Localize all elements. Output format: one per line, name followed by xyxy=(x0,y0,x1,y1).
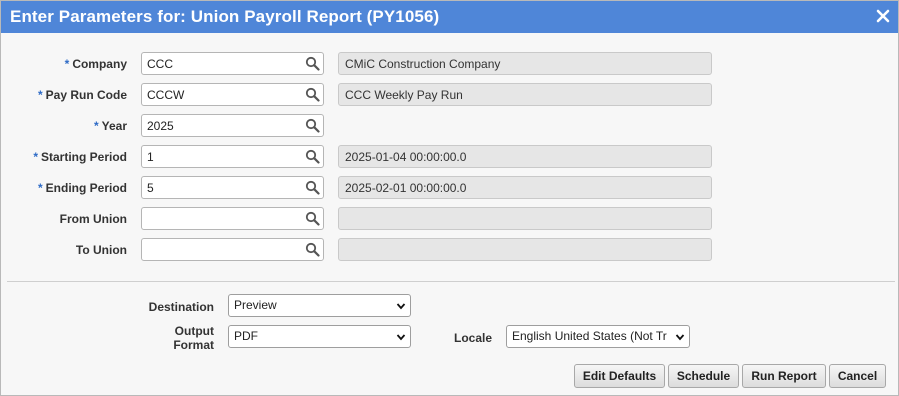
to-union-label: To Union xyxy=(75,243,127,257)
dialog-title: Enter Parameters for: Union Payroll Repo… xyxy=(10,7,440,26)
locale-select[interactable]: English United States (Not Tr xyxy=(506,325,690,348)
cancel-button[interactable]: Cancel xyxy=(829,364,886,388)
year-field xyxy=(141,114,324,137)
search-icon[interactable] xyxy=(305,56,320,71)
ending-period-description: 2025-02-01 00:00:00.0 xyxy=(338,176,712,199)
run-report-button[interactable]: Run Report xyxy=(742,364,826,388)
search-icon[interactable] xyxy=(305,149,320,164)
starting-period-input[interactable] xyxy=(142,146,302,167)
ending-period-label: * Ending Period xyxy=(37,181,127,195)
to-union-description xyxy=(338,238,712,261)
search-icon[interactable] xyxy=(305,118,320,133)
chevron-down-icon xyxy=(675,334,685,341)
edit-defaults-button[interactable]: Edit Defaults xyxy=(574,364,665,388)
output-format-value: PDF xyxy=(234,329,258,343)
locale-label: Locale xyxy=(453,331,492,345)
schedule-button[interactable]: Schedule xyxy=(668,364,739,388)
chevron-down-icon xyxy=(396,303,406,310)
year-label: * Year xyxy=(93,119,127,133)
search-icon[interactable] xyxy=(305,242,320,257)
from-union-label: From Union xyxy=(59,212,127,226)
company-input[interactable] xyxy=(142,53,302,74)
close-icon[interactable] xyxy=(876,9,890,23)
company-label: * Company xyxy=(64,57,127,71)
starting-period-field xyxy=(141,145,324,168)
destination-select[interactable]: Preview xyxy=(228,294,411,317)
company-field xyxy=(141,52,324,75)
pay-run-code-field xyxy=(141,83,324,106)
to-union-input[interactable] xyxy=(142,239,302,260)
report-parameters-dialog: Enter Parameters for: Union Payroll Repo… xyxy=(0,0,899,396)
dialog-titlebar: Enter Parameters for: Union Payroll Repo… xyxy=(1,1,898,33)
from-union-description xyxy=(338,207,712,230)
to-union-field xyxy=(141,238,324,261)
destination-value: Preview xyxy=(234,298,277,312)
destination-label: Destination xyxy=(148,300,214,314)
search-icon[interactable] xyxy=(305,180,320,195)
section-divider xyxy=(7,281,895,282)
ending-period-input[interactable] xyxy=(142,177,302,198)
company-description: CMiC Construction Company xyxy=(338,52,712,75)
search-icon[interactable] xyxy=(305,87,320,102)
locale-value: English United States (Not Tr xyxy=(512,329,667,343)
from-union-field xyxy=(141,207,324,230)
search-icon[interactable] xyxy=(305,211,320,226)
ending-period-field xyxy=(141,176,324,199)
starting-period-label: * Starting Period xyxy=(33,150,127,164)
pay-run-code-description: CCC Weekly Pay Run xyxy=(338,83,712,106)
output-format-label: Output Format xyxy=(173,324,214,352)
pay-run-code-input[interactable] xyxy=(142,84,302,105)
from-union-input[interactable] xyxy=(142,208,302,229)
year-input[interactable] xyxy=(142,115,302,136)
starting-period-description: 2025-01-04 00:00:00.0 xyxy=(338,145,712,168)
pay-run-code-label: * Pay Run Code xyxy=(37,88,127,102)
